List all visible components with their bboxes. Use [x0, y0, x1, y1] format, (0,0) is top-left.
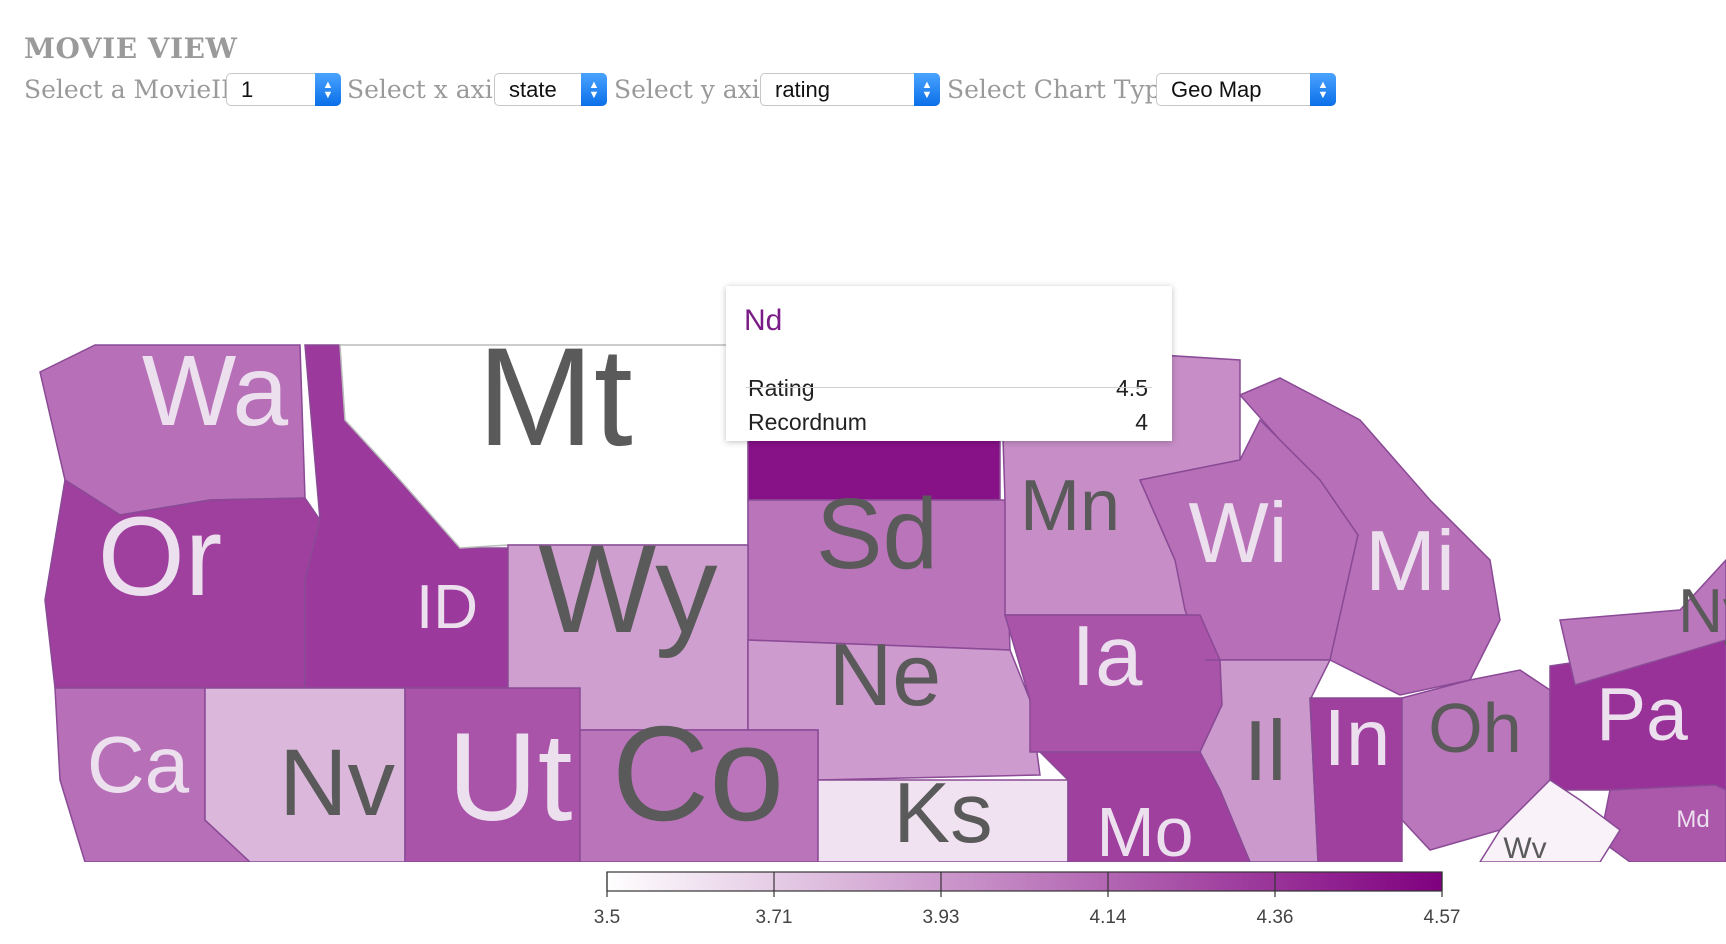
tooltip-state-name: Nd [744, 304, 783, 337]
state-label-mn: Mn [1020, 466, 1120, 546]
state-label-wy: Wy [538, 520, 718, 659]
tooltip-row-label: Recordnum [748, 409, 867, 435]
legend-tick-label: 4.57 [1424, 907, 1461, 928]
tooltip-row-label: Rating [748, 375, 815, 401]
state-label-ca: Ca [87, 720, 190, 809]
state-label-mi: Mi [1365, 514, 1455, 609]
state-label-or: Or [98, 494, 222, 619]
state-label-sd: Sd [816, 478, 938, 590]
legend-color-bar [606, 871, 1443, 892]
tooltip-divider [746, 387, 1152, 388]
tooltip-row-rating: Rating 4.5 [748, 367, 1148, 409]
tooltip-row-value: 4 [1135, 409, 1148, 435]
state-label-wi: Wi [1188, 486, 1287, 581]
state-label-oh: Oh [1428, 689, 1521, 767]
state-label-pa: Pa [1596, 672, 1688, 756]
state-label-ks: Ks [893, 766, 992, 861]
state-label-id: ID [416, 573, 478, 642]
state-label-mo: Mo [1096, 793, 1193, 871]
state-label-ne: Ne [829, 625, 942, 724]
state-label-ia: Ia [1072, 609, 1144, 704]
state-label-wa: Wa [142, 335, 289, 447]
state-label-md: Md [1676, 806, 1709, 833]
geo-map: WaOrIDMtNdSdWyNeMnWiMiIaIlInOhPaCaNvUtCo… [0, 318, 1726, 944]
state-label-co: Co [612, 698, 785, 849]
legend-tick-label: 4.36 [1257, 907, 1294, 928]
state-label-ny: Ny [1678, 577, 1726, 646]
state-label-nv: Nv [279, 730, 396, 836]
legend-tick-label: 4.14 [1090, 907, 1127, 928]
state-tooltip: Nd Rating 4.5 Recordnum 4 [726, 286, 1172, 441]
legend-tick-label: 3.71 [756, 907, 793, 928]
state-label-ut: Ut [448, 708, 573, 847]
state-label-wv: Wv [1503, 832, 1546, 865]
state-label-mt: Mt [477, 318, 633, 475]
tooltip-row-value: 4.5 [1116, 375, 1148, 401]
tooltip-row-recordnum: Recordnum 4 [748, 411, 1148, 441]
state-label-il: Il [1244, 704, 1287, 799]
legend-tick-label: 3.5 [594, 907, 620, 928]
state-label-in: In [1324, 693, 1391, 782]
legend-tick-label: 3.93 [923, 907, 960, 928]
